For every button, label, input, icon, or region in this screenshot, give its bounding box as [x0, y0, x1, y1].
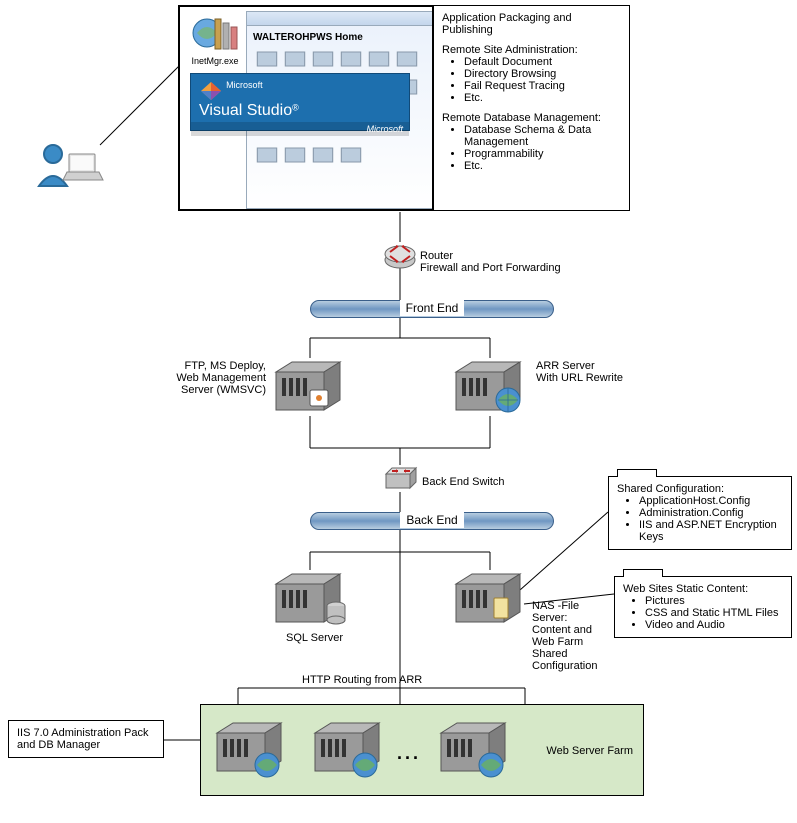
list-item: Programmability — [464, 148, 621, 160]
list-item: IIS and ASP.NET Encryption Keys — [639, 519, 783, 543]
visual-studio-logo: Microsoft Visual Studio® Microsoft — [190, 73, 410, 131]
list-item: Administration.Config — [639, 507, 783, 519]
farm-server-icon — [435, 719, 515, 784]
remote-db-list: Database Schema & Data Management Progra… — [464, 124, 621, 172]
inetmgr-icon: InetMgr.exe — [186, 13, 244, 66]
sql-server-label: SQL Server — [286, 632, 343, 644]
arr-server-icon — [450, 358, 530, 419]
nas-server-label: NAS -File Server: Content and Web Farm S… — [532, 600, 604, 672]
features-panel: Application Packaging and Publishing Rem… — [432, 5, 630, 211]
web-server-farm: ... Web Server Farm — [200, 704, 644, 796]
list-item: Video and Audio — [645, 619, 783, 631]
back-end-bar: Back End — [310, 512, 554, 530]
shared-config-title: Shared Configuration: — [617, 483, 783, 495]
arr-server-label: ARR Server With URL Rewrite — [536, 360, 623, 384]
list-item: Pictures — [645, 595, 783, 607]
list-item: ApplicationHost.Config — [639, 495, 783, 507]
remote-admin-list: Default Document Directory Browsing Fail… — [464, 56, 621, 104]
list-item: Etc. — [464, 92, 621, 104]
list-item: Etc. — [464, 160, 621, 172]
user-with-laptop-icon — [35, 140, 105, 193]
front-end-bar: Front End — [310, 300, 554, 318]
list-item: Database Schema & Data Management — [464, 124, 621, 148]
packaging-title: Application Packaging and Publishing — [442, 12, 621, 36]
farm-server-icon — [309, 719, 389, 784]
mgmt-server-label: FTP, MS Deploy, Web Management Server (W… — [164, 360, 266, 396]
switch-label: Back End Switch — [422, 476, 505, 488]
shared-config-callout: Shared Configuration: ApplicationHost.Co… — [608, 476, 792, 550]
list-item: Default Document — [464, 56, 621, 68]
list-item: Directory Browsing — [464, 68, 621, 80]
remote-db-title: Remote Database Management: — [442, 112, 621, 124]
switch-icon — [384, 464, 418, 497]
inetmgr-label: InetMgr.exe — [186, 56, 244, 66]
iis-panel-title: WALTEROHPWS Home — [253, 32, 363, 43]
nas-server-icon — [450, 570, 530, 631]
list-item: Fail Request Tracing — [464, 80, 621, 92]
ellipsis: ... — [397, 743, 421, 764]
remote-admin-title: Remote Site Administration: — [442, 44, 621, 56]
static-content-callout: Web Sites Static Content: Pictures CSS a… — [614, 576, 792, 638]
web-farm-label: Web Server Farm — [546, 745, 633, 757]
http-routing-label: HTTP Routing from ARR — [302, 674, 422, 686]
iis-admin-callout: IIS 7.0 Administration Pack and DB Manag… — [8, 720, 164, 758]
sql-server-icon — [270, 570, 356, 633]
farm-server-icon — [211, 719, 291, 784]
router-label: Router Firewall and Port Forwarding — [420, 250, 561, 274]
vs-product-name: Visual Studio — [199, 102, 292, 119]
static-content-title: Web Sites Static Content: — [623, 583, 783, 595]
mgmt-server-icon — [270, 358, 350, 419]
list-item: CSS and Static HTML Files — [645, 607, 783, 619]
router-icon — [384, 240, 416, 273]
